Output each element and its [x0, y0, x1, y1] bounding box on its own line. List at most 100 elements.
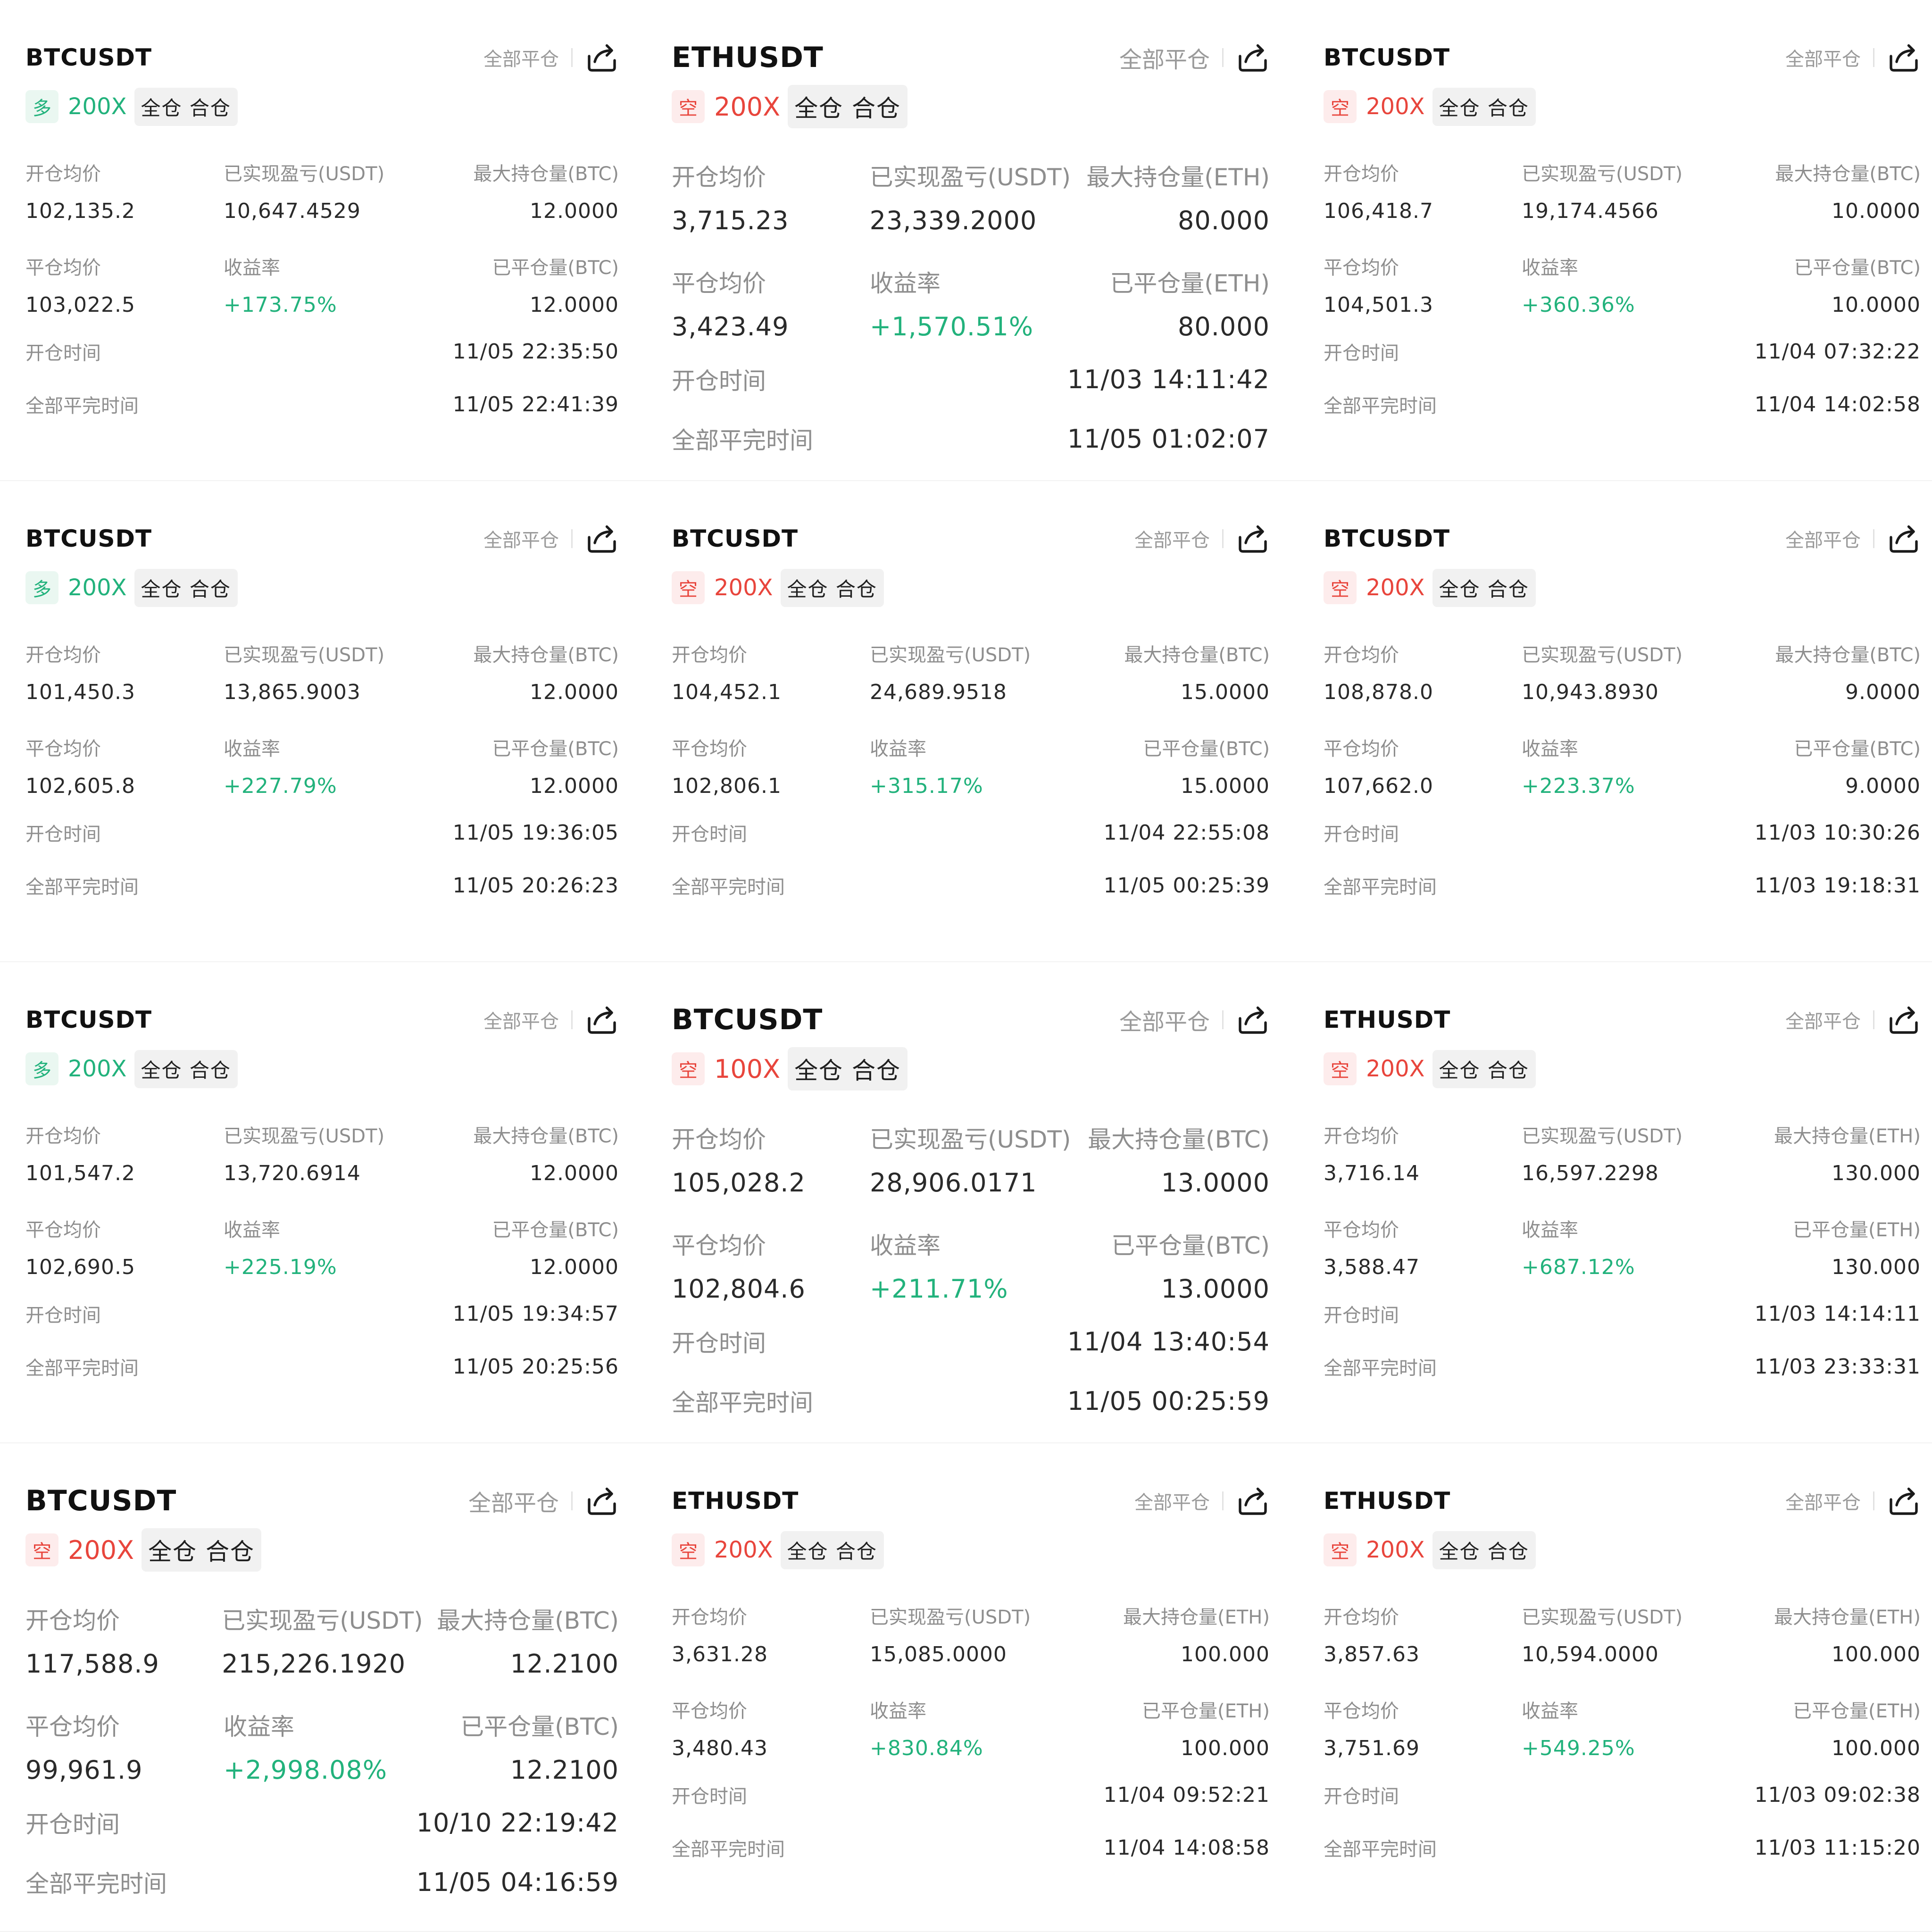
- max-qty-value: 13.0000: [1161, 1168, 1270, 1198]
- close-all-button[interactable]: 全部平仓: [1134, 525, 1210, 552]
- close-avg-label: 平仓均价: [1324, 1700, 1399, 1722]
- close-time-row: 全部平完时间 11/05 20:25:56: [25, 1353, 619, 1380]
- stats-row-2: 平仓均价 3,751.69 收益率 +549.25% 已平仓量(ETH) 100.00…: [1324, 1696, 1921, 1760]
- pnl-label: 已实现盈亏(USDT): [870, 644, 1031, 666]
- share-icon[interactable]: [585, 522, 619, 556]
- close-all-button[interactable]: 全部平仓: [1785, 1487, 1861, 1515]
- open-time-row: 开仓时间 11/05 19:34:57: [25, 1300, 619, 1327]
- share-icon[interactable]: [585, 1484, 619, 1518]
- close-all-button[interactable]: 全部平仓: [1119, 1003, 1210, 1036]
- max-qty-value: 12.2100: [510, 1649, 619, 1679]
- close-all-button[interactable]: 全部平仓: [1134, 1487, 1210, 1515]
- close-time-label: 全部平完时间: [1324, 876, 1437, 898]
- pnl-value: 16,597.2298: [1522, 1161, 1659, 1185]
- max-qty-value: 12.0000: [530, 680, 619, 704]
- open-time-label: 开仓时间: [25, 1811, 120, 1838]
- symbol: BTCUSDT: [25, 1484, 177, 1517]
- position-card-12: ETHUSDT 全部平仓 空 200X 全仓 合仓 开仓均价 3,857.63 已: [1302, 1443, 1932, 1932]
- open-avg-value: 104,452.1: [672, 680, 782, 704]
- share-icon[interactable]: [1887, 41, 1921, 75]
- card-header: BTCUSDT 全部平仓: [25, 516, 619, 561]
- position-card-8: BTCUSDT 全部平仓 空 100X 全仓 合仓 开仓均价 105,028.2: [651, 962, 1302, 1443]
- share-icon[interactable]: [585, 41, 619, 75]
- roi-value: +549.25%: [1522, 1736, 1635, 1760]
- card-actions: 全部平仓: [1785, 1003, 1921, 1037]
- open-avg-value: 102,135.2: [25, 199, 135, 223]
- closed-qty-label: 已平仓量(BTC): [1111, 1232, 1270, 1259]
- closed-qty-value: 9.0000: [1845, 774, 1921, 798]
- symbol: ETHUSDT: [1324, 1487, 1451, 1515]
- symbol: BTCUSDT: [1324, 525, 1450, 552]
- open-avg-value: 117,588.9: [25, 1649, 159, 1679]
- closed-qty-label: 已平仓量(ETH): [1793, 1700, 1921, 1722]
- share-icon[interactable]: [1887, 522, 1921, 556]
- open-avg-label: 开仓均价: [25, 163, 101, 185]
- closed-qty-value: 130.000: [1832, 1255, 1921, 1279]
- close-avg-label: 平仓均价: [672, 270, 766, 297]
- close-time-label: 全部平完时间: [672, 1839, 785, 1860]
- close-all-button[interactable]: 全部平仓: [1119, 41, 1210, 74]
- close-avg-value: 102,804.6: [672, 1274, 806, 1304]
- open-time-row: 开仓时间 11/04 22:55:08: [672, 819, 1270, 846]
- open-time-label: 开仓时间: [1324, 1305, 1399, 1326]
- stats-row-1: 开仓均价 106,418.7 已实现盈亏(USDT) 19,174.4566 最大持…: [1324, 158, 1921, 223]
- stats-row-1: 开仓均价 102,135.2 已实现盈亏(USDT) 10,647.4529 最大持…: [25, 158, 619, 223]
- share-icon[interactable]: [1236, 1003, 1270, 1037]
- open-avg-value: 101,547.2: [25, 1161, 135, 1185]
- close-all-button[interactable]: 全部平仓: [1785, 525, 1861, 552]
- open-time-row: 开仓时间 11/04 09:52:21: [672, 1781, 1270, 1808]
- share-icon[interactable]: [1887, 1003, 1921, 1037]
- max-qty-label: 最大持仓量(ETH): [1086, 164, 1270, 191]
- stats-row-1: 开仓均价 101,547.2 已实现盈亏(USDT) 13,720.6914 最大持…: [25, 1121, 619, 1185]
- max-qty-value: 9.0000: [1845, 680, 1921, 704]
- close-avg-label: 平仓均价: [1324, 257, 1399, 279]
- max-qty-label: 最大持仓量(BTC): [1088, 1126, 1270, 1153]
- share-icon[interactable]: [1236, 522, 1270, 556]
- card-actions: 全部平仓: [1119, 41, 1270, 75]
- position-card-9: ETHUSDT 全部平仓 空 200X 全仓 合仓 开仓均价 3,716.14 已: [1302, 962, 1932, 1443]
- side-badge: 空: [1324, 1533, 1357, 1566]
- roi-label: 收益率: [224, 1219, 280, 1241]
- max-qty-label: 最大持仓量(BTC): [473, 163, 619, 185]
- roi-value: +211.71%: [870, 1274, 1008, 1304]
- stats-row-2: 平仓均价 99,961.9 收益率 +2,998.08% 已平仓量(BTC) 12.2…: [25, 1708, 619, 1785]
- max-qty-value: 80.000: [1178, 206, 1270, 235]
- open-avg-value: 3,716.14: [1324, 1161, 1420, 1185]
- open-avg-value: 105,028.2: [672, 1168, 806, 1198]
- pnl-value: 13,720.6914: [224, 1161, 361, 1185]
- closed-qty-value: 10.0000: [1832, 293, 1921, 317]
- close-all-button[interactable]: 全部平仓: [1785, 44, 1861, 71]
- max-qty-label: 最大持仓量(ETH): [1774, 1125, 1921, 1147]
- margin-mode-badge: 全仓 合仓: [134, 87, 238, 126]
- position-card-4: BTCUSDT 全部平仓 多 200X 全仓 合仓 开仓均价 101,450.3: [0, 481, 651, 962]
- side-badge: 空: [1324, 571, 1357, 604]
- share-icon[interactable]: [1236, 41, 1270, 75]
- close-all-button[interactable]: 全部平仓: [468, 1484, 559, 1517]
- closed-qty-label: 已平仓量(BTC): [1794, 738, 1921, 760]
- close-time-value: 11/05 20:26:23: [452, 873, 619, 898]
- card-actions: 全部平仓: [1134, 522, 1270, 556]
- stats-row-1: 开仓均价 3,631.28 已实现盈亏(USDT) 15,085.0000 最大持仓…: [672, 1602, 1270, 1666]
- close-time-row: 全部平完时间 11/03 23:33:31: [1324, 1353, 1921, 1380]
- margin-mode-badge: 全仓 合仓: [1432, 1531, 1536, 1569]
- share-icon[interactable]: [1887, 1484, 1921, 1518]
- stats-row-2: 平仓均价 3,480.43 收益率 +830.84% 已平仓量(ETH) 100.00…: [672, 1696, 1270, 1760]
- position-tags: 多 200X 全仓 合仓: [25, 87, 619, 126]
- close-all-button[interactable]: 全部平仓: [483, 525, 559, 552]
- close-all-button[interactable]: 全部平仓: [483, 1006, 559, 1033]
- margin-mode-badge: 全仓 合仓: [788, 1047, 908, 1091]
- open-avg-label: 开仓均价: [25, 644, 101, 666]
- roi-label: 收益率: [870, 1700, 926, 1722]
- card-header: ETHUSDT 全部平仓: [1324, 1478, 1921, 1524]
- open-avg-label: 开仓均价: [1324, 644, 1399, 666]
- close-avg-label: 平仓均价: [672, 1700, 747, 1722]
- close-all-button[interactable]: 全部平仓: [1785, 1006, 1861, 1033]
- close-all-button[interactable]: 全部平仓: [483, 44, 559, 71]
- share-icon[interactable]: [1236, 1484, 1270, 1518]
- closed-qty-value: 100.000: [1832, 1736, 1921, 1760]
- open-time-row: 开仓时间 10/10 22:19:42: [25, 1806, 619, 1840]
- close-time-value: 11/03 23:33:31: [1754, 1354, 1921, 1379]
- share-icon[interactable]: [585, 1003, 619, 1037]
- close-time-label: 全部平完时间: [672, 427, 813, 454]
- closed-qty-value: 12.2100: [510, 1755, 619, 1785]
